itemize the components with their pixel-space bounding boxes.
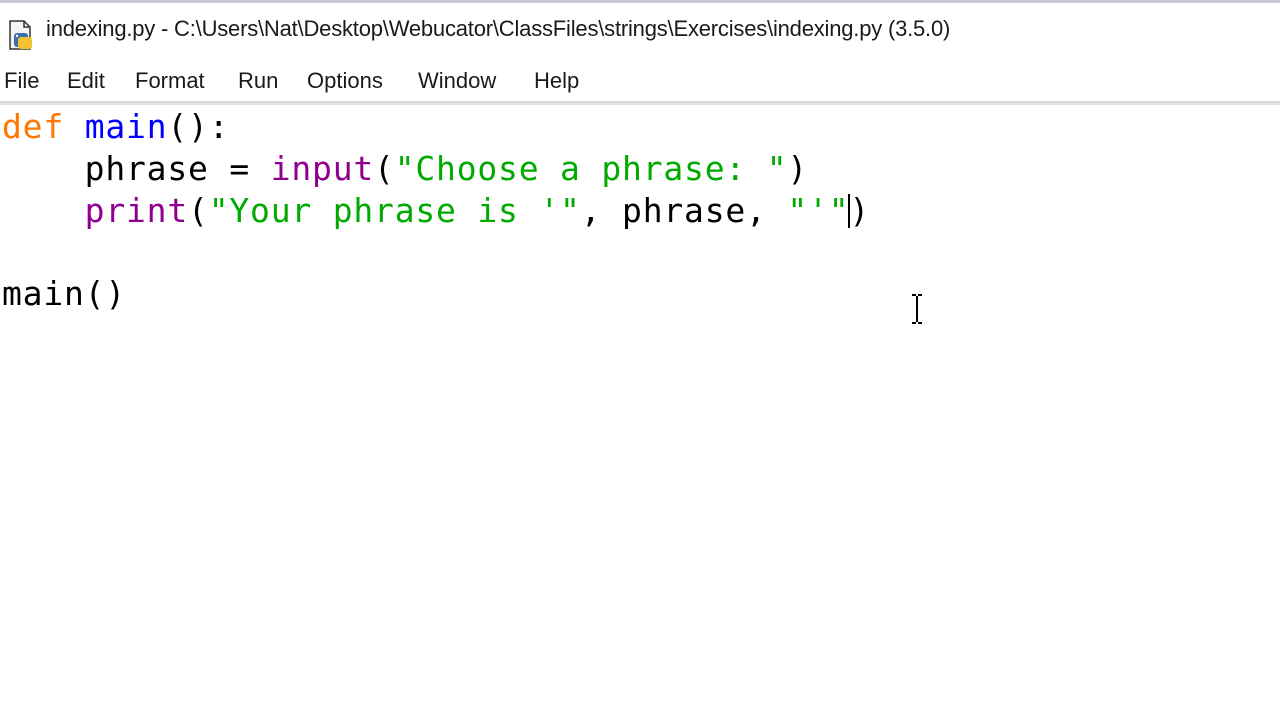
code-line-1[interactable]: def main(): — [2, 107, 229, 146]
menu-divider — [0, 101, 1280, 103]
code-text: ( — [374, 149, 395, 188]
string-literal: "Your phrase is '" — [208, 191, 581, 230]
builtin-print: print — [84, 191, 189, 230]
menu-file[interactable]: File — [4, 68, 39, 94]
builtin-input: input — [270, 149, 375, 188]
menu-edit[interactable]: Edit — [67, 68, 105, 94]
code-text: (): — [167, 107, 230, 146]
string-literal: "'" — [787, 191, 850, 230]
ibeam-cursor-icon — [912, 294, 922, 324]
code-text: phrase = — [84, 149, 271, 188]
menu-window[interactable]: Window — [418, 68, 496, 94]
menu-options[interactable]: Options — [307, 68, 383, 94]
code-text: ( — [188, 191, 209, 230]
keyword-def: def — [2, 107, 65, 146]
code-line-2[interactable]: phrase = input("Choose a phrase: ") — [2, 149, 808, 188]
code-text: main() — [2, 274, 127, 313]
menu-bar: File Edit Format Run Options Window Help — [0, 62, 1280, 105]
idle-file-icon — [9, 20, 32, 50]
function-name: main — [84, 107, 168, 146]
code-text: ) — [849, 191, 871, 230]
code-editor[interactable]: def main(): phrase = input("Choose a phr… — [0, 105, 1280, 720]
code-text: , phrase, — [580, 191, 788, 230]
code-line-3[interactable]: print("Your phrase is '", phrase, "'") — [2, 191, 870, 230]
window-title: indexing.py - C:\Users\Nat\Desktop\Webuc… — [46, 16, 951, 41]
menu-run[interactable]: Run — [238, 68, 278, 94]
menu-format[interactable]: Format — [135, 68, 205, 94]
code-line-5[interactable]: main() — [2, 274, 126, 313]
string-literal: "Choose a phrase: " — [394, 149, 788, 188]
menu-help[interactable]: Help — [534, 68, 579, 94]
title-bar: indexing.py - C:\Users\Nat\Desktop\Webuc… — [0, 0, 1280, 62]
code-text: ) — [787, 149, 809, 188]
